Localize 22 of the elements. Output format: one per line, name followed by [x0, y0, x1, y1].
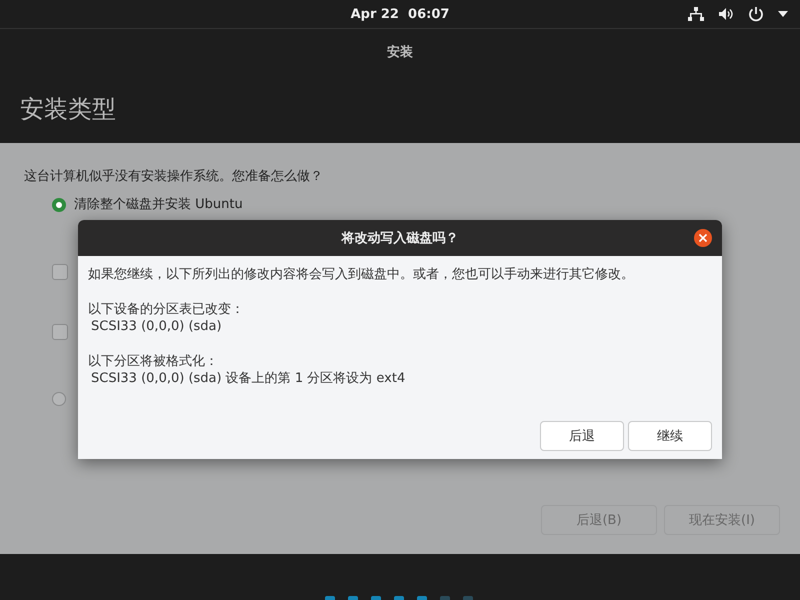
caret-icon[interactable] [778, 11, 788, 17]
radio-button[interactable] [52, 392, 66, 406]
radio-button[interactable] [52, 198, 66, 212]
dialog-button[interactable]: 继续 [628, 421, 712, 451]
dialog-message: 如果您继续，以下所列出的修改内容将会写入到磁盘中。或者，您也可以手动来进行其它修改。 [88, 266, 635, 283]
section-heading: 以下分区将被格式化： [88, 353, 219, 370]
page-heading: 安装类型 [20, 94, 116, 125]
power-icon[interactable] [748, 6, 764, 22]
dialog-button[interactable]: 后退 [540, 421, 624, 451]
option-label: 清除整个磁盘并安装 Ubuntu [74, 198, 243, 212]
clock[interactable]: Apr 22 06:07 [350, 6, 450, 22]
window-title: 安装 [387, 44, 413, 61]
section-item: SCSI33 (0,0,0) (sda) 设备上的第 1 分区将设为 ext4 [90, 370, 406, 387]
question-text: 这台计算机似乎没有安装操作系统。您准备怎么做？ [24, 168, 324, 185]
checkbox[interactable] [52, 264, 68, 280]
section-item: SCSI33 (0,0,0) (sda) [90, 318, 223, 335]
dialog-title: 将改动写入磁盘吗？ [342, 230, 458, 247]
checkbox[interactable] [52, 324, 68, 340]
close-icon[interactable] [693, 228, 713, 248]
section-heading: 以下设备的分区表已改变： [88, 301, 245, 318]
network-icon[interactable] [688, 7, 704, 21]
volume-icon[interactable] [718, 7, 734, 21]
